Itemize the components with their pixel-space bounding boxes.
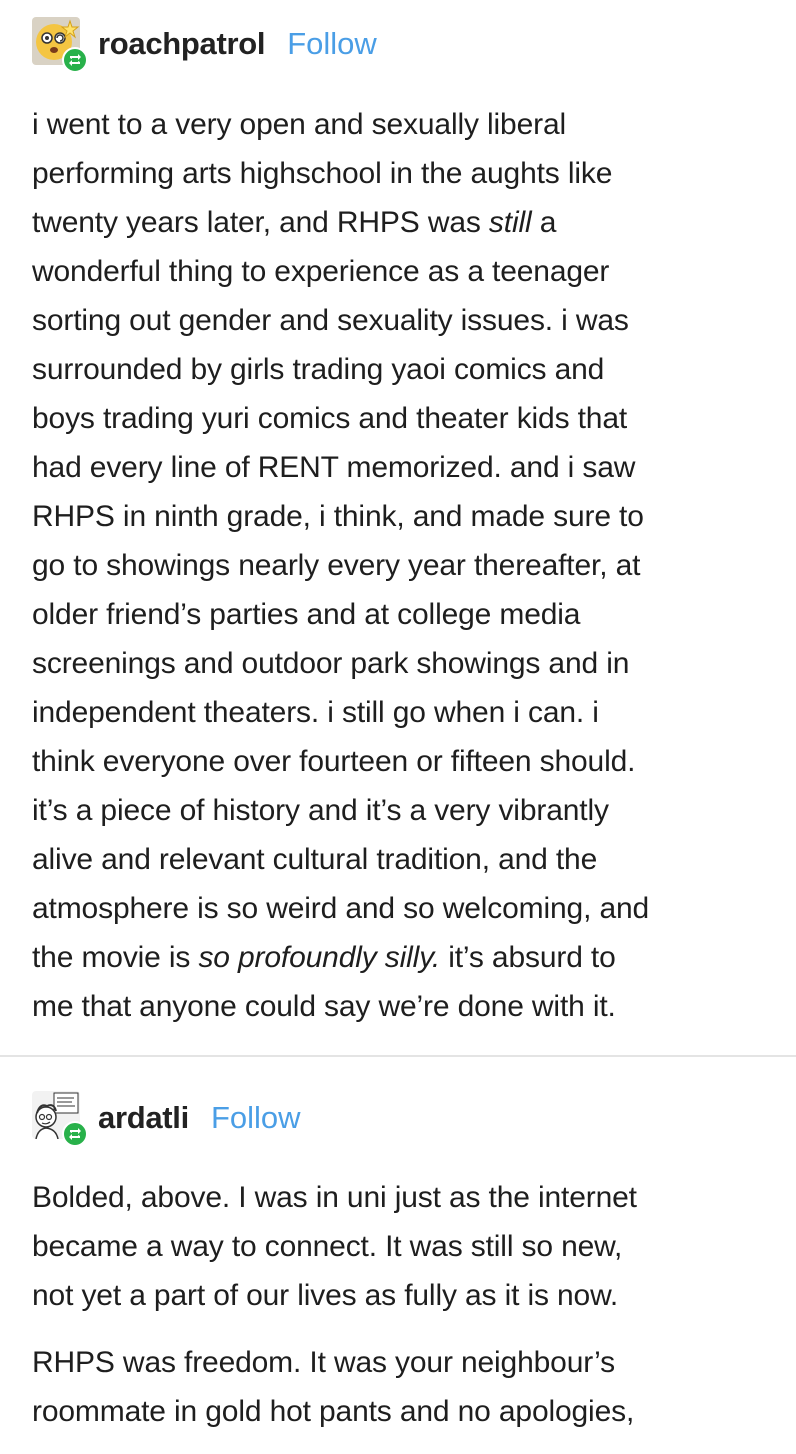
text-line: older friend’s parties and at college me…: [32, 598, 581, 631]
avatar[interactable]: [32, 17, 88, 73]
text-line: boys trading yuri comics and theater kid…: [32, 402, 628, 435]
text-span: it’s absurd to: [440, 941, 616, 974]
follow-button[interactable]: Follow: [211, 1100, 301, 1136]
text-line: think everyone over fourteen or fifteen …: [32, 745, 636, 778]
text-line: twenty years later, and RHPS was still a: [32, 198, 772, 247]
italic-text: still: [488, 206, 532, 239]
reblog-icon: [62, 1121, 88, 1147]
post-header: ardatli Follow: [32, 1086, 301, 1150]
username[interactable]: ardatli: [98, 1100, 189, 1136]
avatar[interactable]: [32, 1091, 88, 1147]
text-line: screenings and outdoor park showings and…: [32, 647, 630, 680]
text-line: the movie is so profoundly silly. it’s a…: [32, 933, 772, 982]
text-line: sorting out gender and sexuality issues.…: [32, 304, 629, 337]
follow-button[interactable]: Follow: [287, 26, 377, 62]
text-line: independent theaters. i still go when i …: [32, 696, 599, 729]
text-line: became a way to connect. It was still so…: [32, 1230, 623, 1263]
text-line: i went to a very open and sexually liber…: [32, 108, 567, 141]
text-line: it’s a piece of history and it’s a very …: [32, 794, 609, 827]
text-line: had every line of RENT memorized. and i …: [32, 451, 636, 484]
text-line: surrounded by girls trading yaoi comics …: [32, 353, 605, 386]
text-span: the movie is: [32, 941, 199, 974]
text-line: not yet a part of our lives as fully as …: [32, 1279, 619, 1312]
post-body: Bolded, above. I was in uni just as the …: [32, 1173, 772, 1454]
text-line: roommate in gold hot pants and no apolog…: [32, 1395, 635, 1428]
post-body: i went to a very open and sexually liber…: [32, 100, 772, 1031]
paragraph: RHPS was freedom. It was your neighbour’…: [32, 1338, 772, 1436]
text-line: RHPS was freedom. It was your neighbour’…: [32, 1346, 616, 1379]
text-line: me that anyone could say we’re done with…: [32, 990, 616, 1023]
text-line: alive and relevant cultural tradition, a…: [32, 843, 598, 876]
post-header: roachpatrol Follow: [32, 12, 377, 76]
text-line: wonderful thing to experience as a teena…: [32, 255, 610, 288]
text-line: RHPS in ninth grade, i think, and made s…: [32, 500, 644, 533]
text-line: go to showings nearly every year thereaf…: [32, 549, 641, 582]
text-span: twenty years later, and RHPS was: [32, 206, 489, 239]
post-divider: [0, 1055, 796, 1057]
text-span: a: [531, 206, 557, 239]
paragraph: Bolded, above. I was in uni just as the …: [32, 1173, 772, 1320]
text-line: atmosphere is so weird and so welcoming,…: [32, 892, 650, 925]
username[interactable]: roachpatrol: [98, 26, 266, 62]
text-line: performing arts highschool in the aughts…: [32, 157, 613, 190]
text-line: Bolded, above. I was in uni just as the …: [32, 1181, 637, 1214]
reblog-icon: [62, 47, 88, 73]
italic-text: so profoundly silly.: [198, 941, 441, 974]
